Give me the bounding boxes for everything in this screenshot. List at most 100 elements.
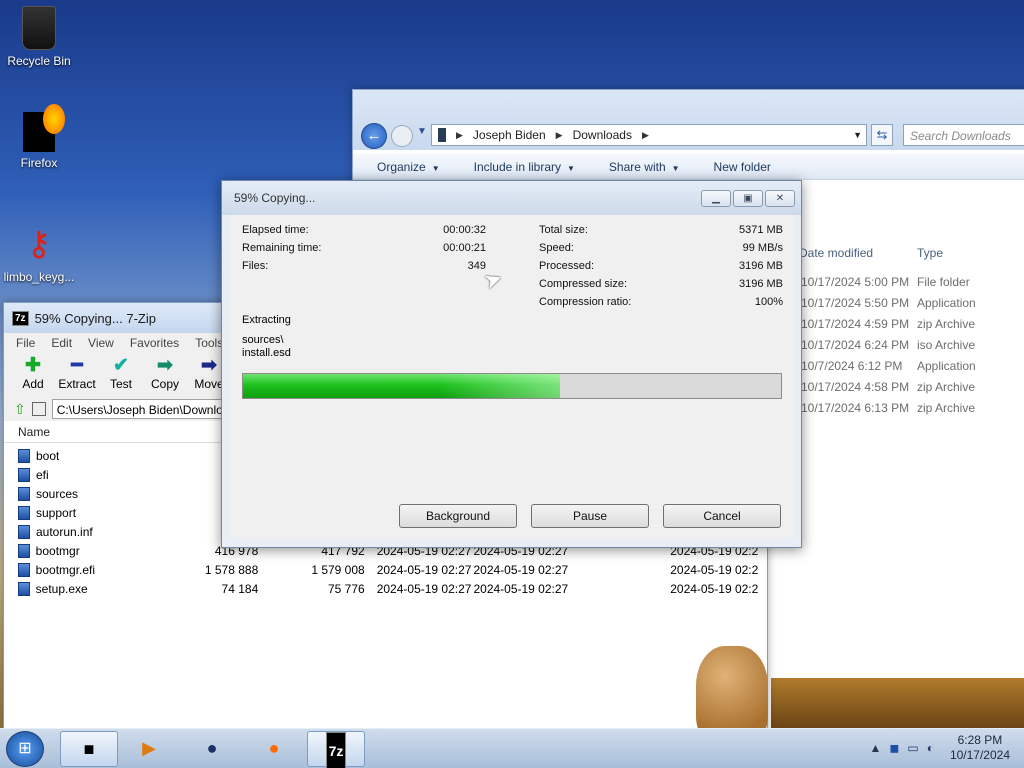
menu-view[interactable]: View xyxy=(88,336,114,350)
stat-value: 00:00:21 xyxy=(443,242,486,254)
column-date-modified[interactable]: Date modified xyxy=(799,246,917,260)
breadcrumb-user[interactable]: Joseph Biden xyxy=(473,128,546,142)
background-button[interactable]: Background xyxy=(399,504,517,528)
new-folder-button[interactable]: New folder xyxy=(714,160,771,174)
plus-icon: ✚ xyxy=(25,355,41,376)
minimize-button[interactable]: ▁ xyxy=(701,190,731,207)
list-item[interactable]: 10/17/2024 4:59 PM zip Archive xyxy=(801,317,976,338)
address-bar[interactable]: ▶ Joseph Biden ▶ Downloads ▶ ▼ xyxy=(431,124,867,146)
modified-cell: 2024-05-19 02:27 xyxy=(376,562,472,577)
show-hidden-icons-icon[interactable]: ▲ xyxy=(869,741,881,755)
globe-icon: ● xyxy=(206,738,218,758)
chevron-down-icon: ▼ xyxy=(671,163,680,173)
checkmark-icon: ✔ xyxy=(113,355,129,376)
chevron-down-icon[interactable]: ▼ xyxy=(853,130,862,140)
name-cell: autorun.inf xyxy=(36,524,93,539)
breadcrumb-downloads[interactable]: Downloads xyxy=(573,128,632,142)
key-icon: ⚷ xyxy=(26,225,52,263)
file-icon xyxy=(18,543,30,558)
clock[interactable]: 6:28 PM 10/17/2024 xyxy=(950,733,1010,763)
desktop-icon-label: Recycle Bin xyxy=(7,54,71,68)
desktop-icon-firefox[interactable]: Firefox xyxy=(0,104,78,170)
7zip-logo-icon: 7z xyxy=(12,310,29,326)
name-cell: bootmgr xyxy=(35,543,80,558)
menu-favorites[interactable]: Favorites xyxy=(130,336,179,350)
cancel-button[interactable]: Cancel xyxy=(663,504,781,528)
menu-file[interactable]: File xyxy=(16,336,35,350)
list-item[interactable]: 10/17/2024 5:00 PM File folder xyxy=(801,275,976,296)
organize-menu[interactable]: Organize ▼ xyxy=(377,160,440,174)
network-icon[interactable]: ◼ xyxy=(889,741,899,755)
chevron-down-icon: ▼ xyxy=(431,163,440,173)
packed-size-cell: 75 776 xyxy=(328,581,365,596)
menu-edit[interactable]: Edit xyxy=(51,336,72,350)
refresh-button[interactable]: ⇆ xyxy=(871,124,893,146)
start-button[interactable]: ⊞ xyxy=(6,731,44,767)
test-button[interactable]: ✔ Test xyxy=(102,353,140,397)
back-button[interactable]: ← xyxy=(361,123,387,149)
volume-icon[interactable]: ◐ xyxy=(927,741,934,755)
display-icon[interactable]: ▭ xyxy=(907,741,918,755)
taskbar-terminal[interactable]: ■ xyxy=(60,731,118,767)
column-type[interactable]: Type xyxy=(917,246,943,260)
taskbar-firefox[interactable]: ● xyxy=(245,731,303,767)
share-with-menu[interactable]: Share with ▼ xyxy=(609,160,680,174)
copy-button[interactable]: ➡ Copy xyxy=(146,353,184,397)
taskbar: ⊞ ■ ▶ ● ● 7z ▲ ◼ ▭ ◐ 6:28 PM 10/17/2024 xyxy=(0,728,1024,768)
status-text: Extracting xyxy=(242,314,291,326)
type-cell: Application xyxy=(917,359,976,373)
compressed-size: Compressed size: 3196 MB xyxy=(539,278,783,290)
up-folder-icon[interactable]: ⇧ xyxy=(14,401,26,418)
stat-value: 3196 MB xyxy=(738,260,783,272)
date-cell: 10/17/2024 4:58 PM xyxy=(801,380,910,394)
type-cell: File folder xyxy=(917,275,970,289)
window-title: 59% Copying... 7-Zip xyxy=(34,310,156,326)
stat-value: 00:00:32 xyxy=(443,224,486,236)
file-icon xyxy=(18,524,30,539)
extract-button[interactable]: ━ Extract xyxy=(58,353,96,397)
list-item[interactable]: 10/17/2024 4:58 PM zip Archive xyxy=(801,380,976,401)
recycle-bin-icon xyxy=(22,6,56,50)
stat-label: Remaining time: xyxy=(242,242,322,254)
search-input[interactable]: Search Downloads xyxy=(903,124,1024,146)
dialog-title: 59% Copying... xyxy=(234,191,316,205)
table-row[interactable]: setup.exe 74 184 75 776 2024-05-19 02:27 202… xyxy=(4,579,767,598)
created-cell: 2024-05-19 02:27 xyxy=(473,562,569,577)
taskbar-media-player[interactable]: ▶ xyxy=(120,731,178,767)
taskbar-7zip[interactable]: 7z xyxy=(307,731,365,768)
chevron-right-icon[interactable]: ▶ xyxy=(556,130,563,141)
progress-bar xyxy=(242,373,782,399)
accessed-cell: 2024-05-19 02:2 xyxy=(670,562,759,577)
menu-tools[interactable]: Tools xyxy=(195,336,223,350)
compression-ratio: Compression ratio: 100% xyxy=(539,296,783,308)
pause-button[interactable]: Pause xyxy=(531,504,649,528)
forward-button[interactable] xyxy=(391,125,413,147)
add-button[interactable]: ✚ Add xyxy=(14,353,52,397)
progress-fill xyxy=(243,374,561,398)
taskbar-globe[interactable]: ● xyxy=(183,731,241,767)
system-tray: ▲ ◼ ▭ ◐ 6:28 PM 10/17/2024 xyxy=(869,733,1010,763)
window-controls: ▁ ▣ ✕ xyxy=(701,190,795,207)
list-item[interactable]: 10/17/2024 6:24 PM iso Archive xyxy=(801,338,976,359)
date-cell: 10/17/2024 6:13 PM xyxy=(801,401,910,415)
total-size: Total size: 5371 MB xyxy=(539,224,783,236)
close-button[interactable]: ✕ xyxy=(765,190,795,207)
list-item[interactable]: 10/17/2024 5:50 PM Application xyxy=(801,296,976,317)
include-in-library-menu[interactable]: Include in library ▼ xyxy=(474,160,575,174)
desktop-icon-keygen[interactable]: ⚷ limbo_keyg... xyxy=(0,222,78,284)
list-item[interactable]: 10/7/2024 6:12 PM Application xyxy=(801,359,976,380)
desktop-icon-recycle-bin[interactable]: Recycle Bin xyxy=(0,6,78,68)
files-count: Files: 349 xyxy=(242,260,486,272)
accessed-cell: 2024-05-19 02:2 xyxy=(670,581,759,596)
dialog-titlebar: 59% Copying... ▁ ▣ ✕ xyxy=(222,181,801,215)
list-item[interactable]: 10/17/2024 6:13 PM zip Archive xyxy=(801,401,976,422)
chevron-right-icon[interactable]: ▶ xyxy=(456,130,463,141)
table-row[interactable]: bootmgr.efi 1 578 888 1 579 008 2024-05-19 … xyxy=(4,560,767,579)
recent-pages-dropdown[interactable]: ▼ xyxy=(417,126,427,137)
processed: Processed: 3196 MB xyxy=(539,260,783,272)
maximize-button[interactable]: ▣ xyxy=(733,190,763,207)
type-cell: zip Archive xyxy=(917,401,976,415)
share-with-label: Share with xyxy=(608,159,666,174)
current-file: sources\ install.esd xyxy=(242,334,291,360)
chevron-right-icon[interactable]: ▶ xyxy=(642,130,649,141)
